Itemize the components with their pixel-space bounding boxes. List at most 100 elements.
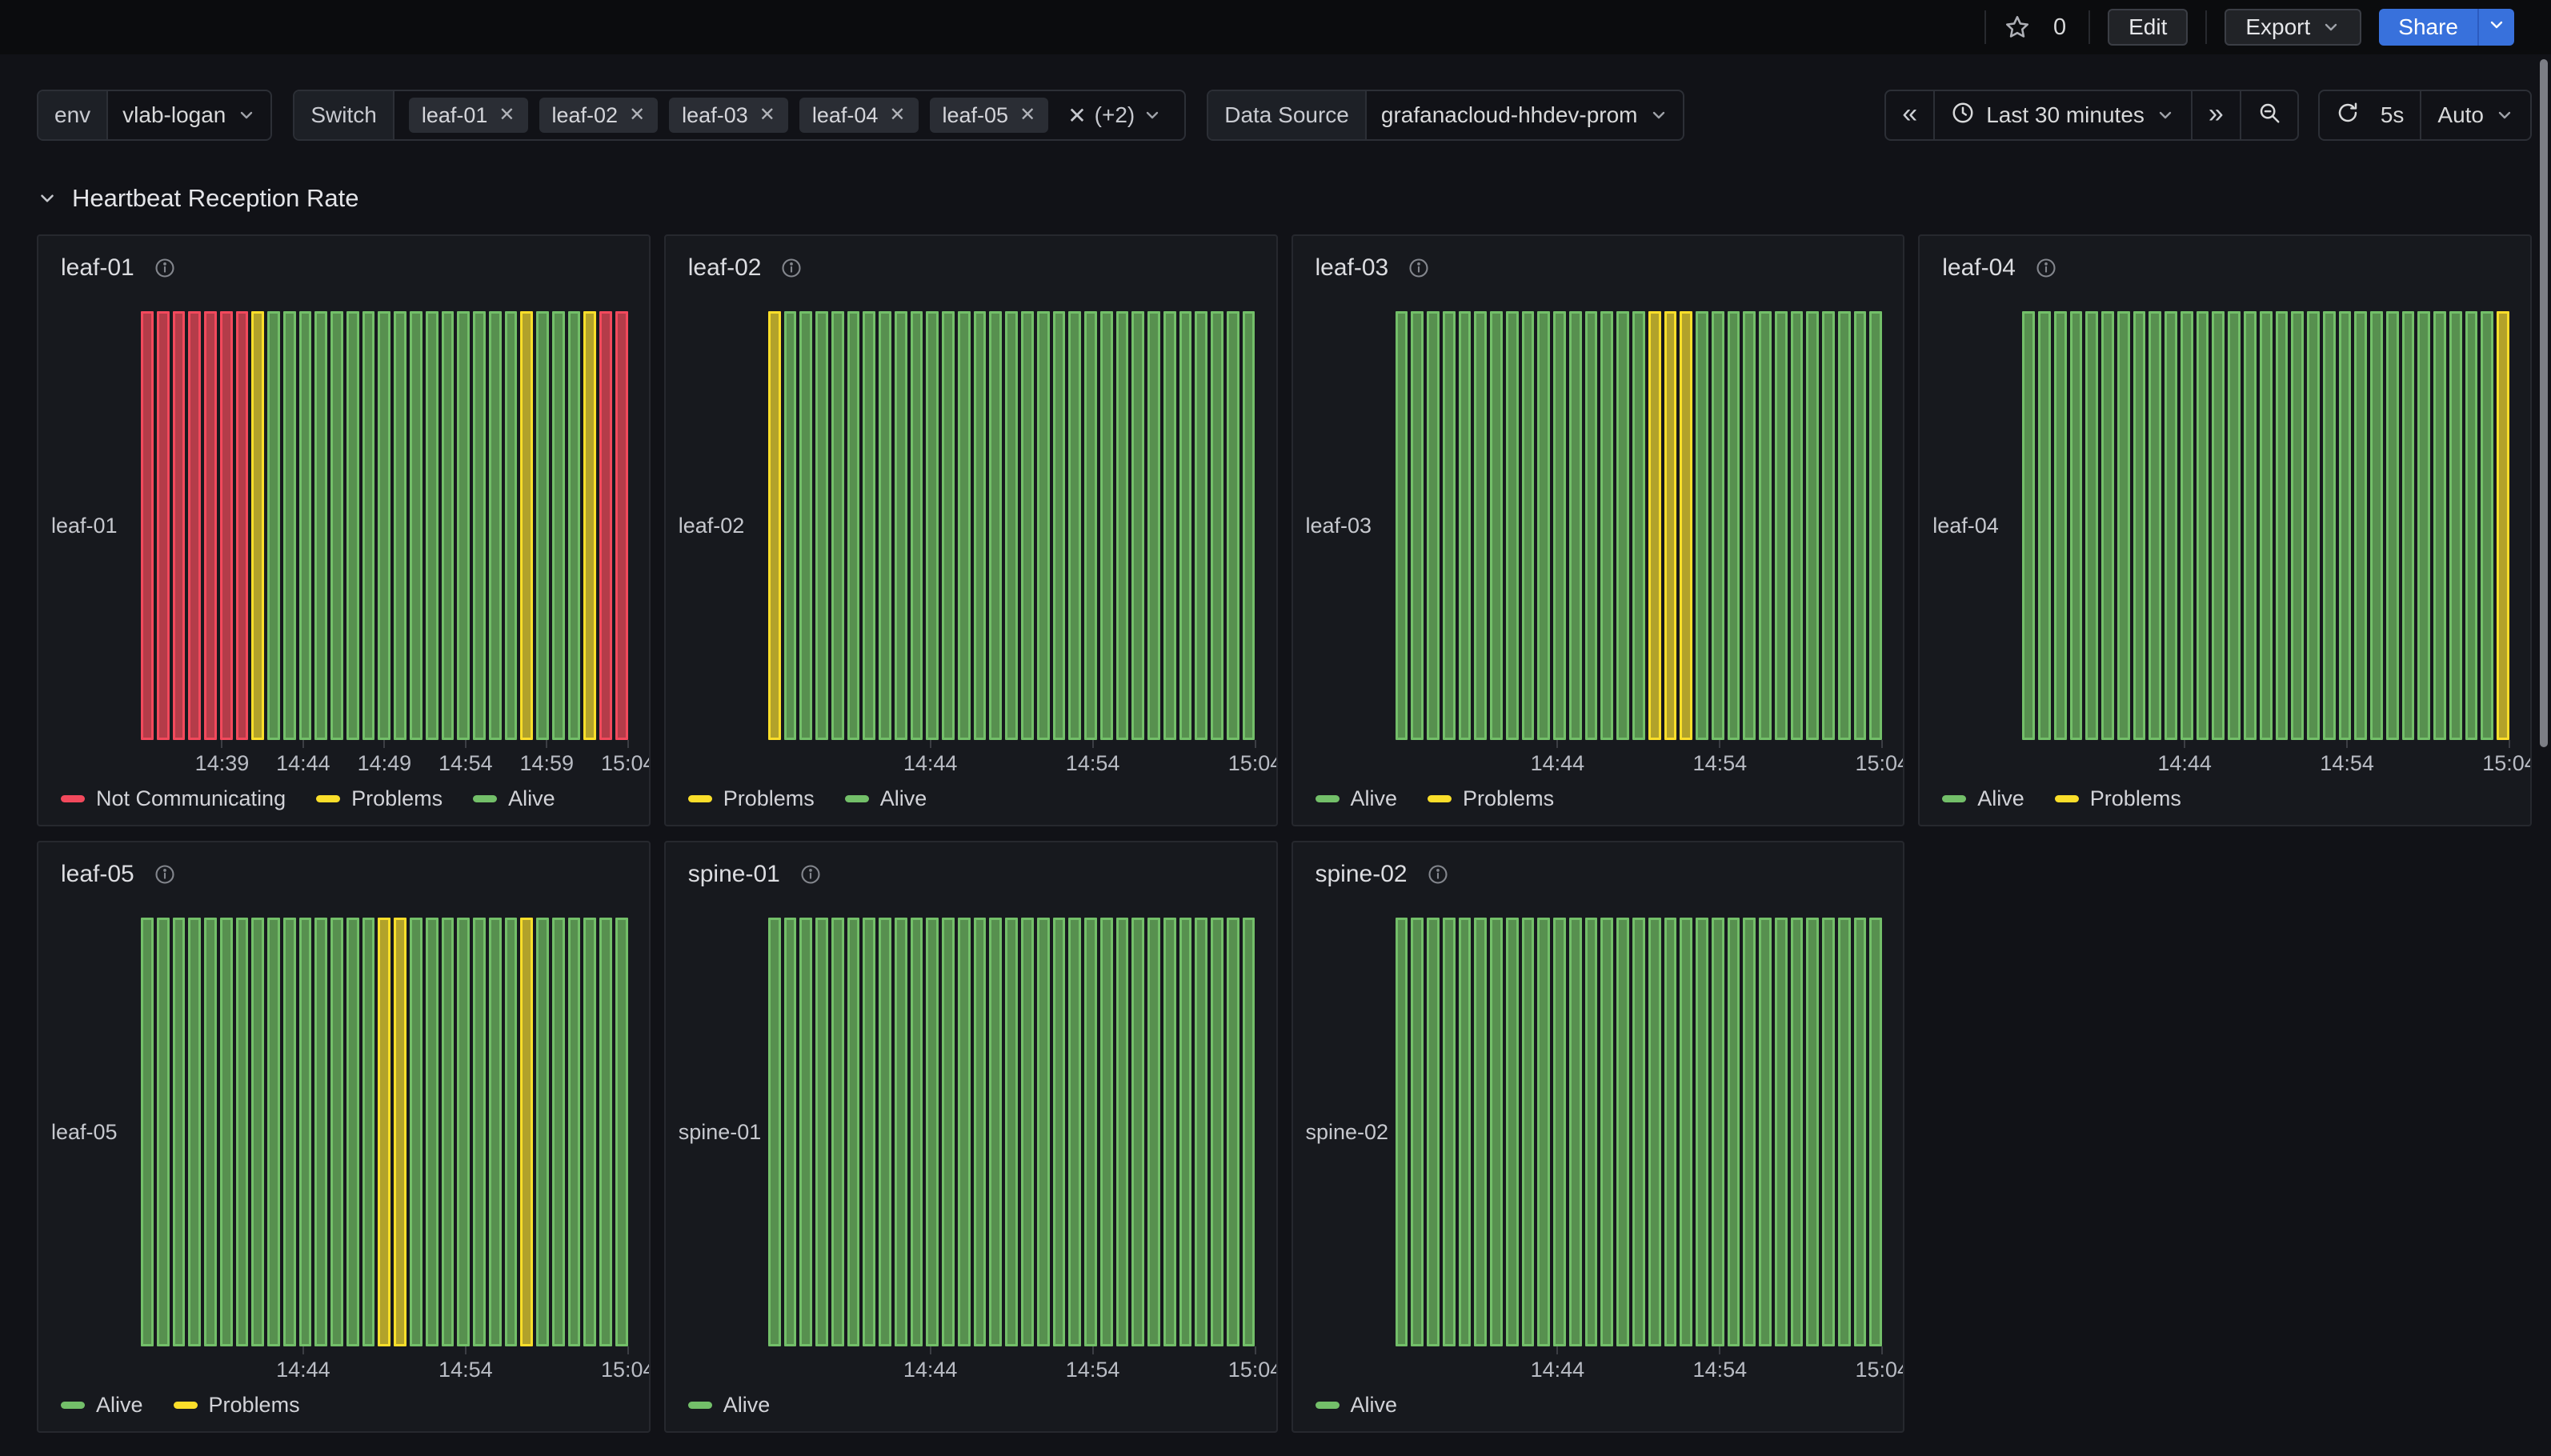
status-bar-alive[interactable] (2117, 311, 2130, 740)
status-bar-alive[interactable] (1459, 918, 1472, 1346)
remove-tag-icon[interactable]: ✕ (629, 106, 645, 125)
status-bar-alive[interactable] (314, 311, 327, 740)
status-bar-alive[interactable] (283, 918, 296, 1346)
status-bar-alive[interactable] (330, 311, 343, 740)
info-icon[interactable] (780, 257, 803, 279)
zoom-out-button[interactable] (2240, 91, 2297, 139)
status-bar-alive[interactable] (2276, 311, 2289, 740)
status-bar-alive[interactable] (1053, 918, 1066, 1346)
status-bar-alive[interactable] (1728, 918, 1740, 1346)
status-bar-alive[interactable] (1411, 311, 1424, 740)
filter-tag-leaf-01[interactable]: leaf-01✕ (409, 98, 528, 133)
status-bar-alive[interactable] (2449, 311, 2462, 740)
status-bar-alive[interactable] (1743, 918, 1756, 1346)
status-bar-alive[interactable] (1131, 311, 1144, 740)
status-bar-alive[interactable] (1696, 311, 1708, 740)
status-bar-alive[interactable] (2244, 311, 2257, 740)
status-bar-alive[interactable] (1490, 311, 1503, 740)
status-bar-alive[interactable] (1211, 311, 1223, 740)
info-icon[interactable] (2035, 257, 2057, 279)
status-bar-alive[interactable] (1116, 918, 1129, 1346)
status-bar-alive[interactable] (314, 918, 327, 1346)
time-shift-forward-button[interactable]: » (2191, 91, 2240, 139)
status-bar-alive[interactable] (489, 311, 502, 740)
status-bar-alive[interactable] (1743, 311, 1756, 740)
status-bar-alive[interactable] (958, 918, 971, 1346)
time-shift-back-button[interactable]: « (1886, 91, 1933, 139)
status-bar-alive[interactable] (1037, 311, 1050, 740)
status-bar-problems[interactable] (520, 311, 533, 740)
status-bar-alive[interactable] (2149, 311, 2161, 740)
status-bar-alive[interactable] (267, 918, 280, 1346)
status-bar-alive[interactable] (815, 918, 828, 1346)
status-bar-alive[interactable] (1179, 311, 1192, 740)
status-bar-alive[interactable] (1616, 311, 1629, 740)
status-bar-alive[interactable] (2165, 311, 2177, 740)
status-bar-alive[interactable] (879, 311, 891, 740)
status-bar-alive[interactable] (204, 918, 217, 1346)
status-bar-alive[interactable] (1759, 918, 1772, 1346)
status-bar-alive[interactable] (1712, 311, 1724, 740)
status-bar-alive[interactable] (1490, 918, 1503, 1346)
status-bar-alive[interactable] (1537, 918, 1550, 1346)
status-bar-alive[interactable] (1775, 311, 1788, 740)
refresh-button[interactable]: 5s (2320, 91, 2421, 139)
status-bar-problems[interactable] (1648, 311, 1661, 740)
status-bar-alive[interactable] (1227, 311, 1239, 740)
status-bar-alive[interactable] (410, 918, 422, 1346)
status-bar-alive[interactable] (188, 918, 201, 1346)
status-bar-alive[interactable] (974, 311, 987, 740)
status-bar-alive[interactable] (1806, 311, 1819, 740)
status-bar-alive[interactable] (1854, 311, 1867, 740)
status-bar-alive[interactable] (1021, 311, 1034, 740)
status-bar-alive[interactable] (1712, 918, 1724, 1346)
status-bar-alive[interactable] (1068, 311, 1081, 740)
filter-tag-leaf-04[interactable]: leaf-04✕ (799, 98, 919, 133)
status-bar-alive[interactable] (1822, 311, 1835, 740)
status-bar-alive[interactable] (2101, 311, 2114, 740)
status-bar-alive[interactable] (1522, 311, 1535, 740)
status-bar-alive[interactable] (505, 311, 518, 740)
share-button[interactable]: Share (2379, 9, 2477, 46)
status-bar-alive[interactable] (2323, 311, 2336, 740)
status-bar-alive[interactable] (926, 311, 939, 740)
status-bar-alive[interactable] (1100, 311, 1113, 740)
status-bar-alive[interactable] (2212, 311, 2225, 740)
status-bar-alive[interactable] (2133, 311, 2146, 740)
status-bar-alive[interactable] (1474, 918, 1487, 1346)
legend-item-problems[interactable]: Problems (316, 786, 443, 811)
status-bar-alive[interactable] (863, 918, 875, 1346)
filter-tag-leaf-05[interactable]: leaf-05✕ (930, 98, 1049, 133)
status-bar-alive[interactable] (1021, 918, 1034, 1346)
status-bar-alive[interactable] (1243, 918, 1255, 1346)
status-bar-alive[interactable] (1459, 311, 1472, 740)
status-bar-alive[interactable] (1506, 311, 1519, 740)
status-bar-alive[interactable] (1664, 918, 1677, 1346)
status-bar-alive[interactable] (1147, 918, 1160, 1346)
status-bar-alive[interactable] (1696, 918, 1708, 1346)
status-bar-alive[interactable] (1474, 311, 1487, 740)
status-bar-alive[interactable] (489, 918, 502, 1346)
status-bar-alive[interactable] (1680, 918, 1692, 1346)
status-bar-alive[interactable] (426, 311, 439, 740)
legend-item-alive[interactable]: Alive (688, 1393, 771, 1418)
status-bar-alive[interactable] (2260, 311, 2273, 740)
status-bar-alive[interactable] (2465, 311, 2478, 740)
panel-title[interactable]: leaf-03 (1316, 254, 1389, 282)
status-bar-alive[interactable] (568, 311, 581, 740)
remove-tag-icon[interactable]: ✕ (889, 106, 905, 125)
status-bar-alive[interactable] (1005, 918, 1018, 1346)
status-bar-alive[interactable] (815, 311, 828, 740)
status-bar-problems[interactable] (251, 311, 264, 740)
status-bar-alive[interactable] (599, 918, 612, 1346)
status-bar-alive[interactable] (1506, 918, 1519, 1346)
legend-item-alive[interactable]: Alive (1316, 1393, 1398, 1418)
status-bar-alive[interactable] (1211, 918, 1223, 1346)
status-bar-not_communicating[interactable] (141, 311, 154, 740)
status-bar-alive[interactable] (1728, 311, 1740, 740)
status-bar-alive[interactable] (1179, 918, 1192, 1346)
star-icon[interactable] (2004, 14, 2031, 41)
status-bar-alive[interactable] (768, 918, 781, 1346)
status-bar-alive[interactable] (2197, 311, 2209, 740)
status-bar-not_communicating[interactable] (188, 311, 201, 740)
